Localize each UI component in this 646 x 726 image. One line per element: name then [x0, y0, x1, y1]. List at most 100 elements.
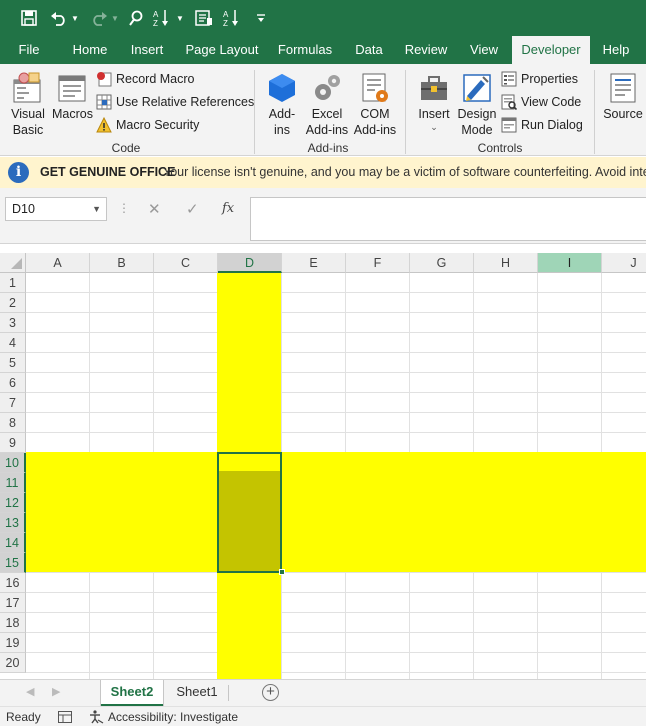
row-header-7[interactable]: 7	[0, 393, 26, 413]
com-add-ins-label-2: Add-ins	[353, 123, 397, 137]
accessibility-icon[interactable]	[88, 710, 104, 724]
row-header-6[interactable]: 6	[0, 373, 26, 393]
customize-icon[interactable]	[254, 0, 268, 36]
add-ins-button[interactable]: Add- ins	[264, 72, 300, 138]
tab-divider	[228, 685, 229, 701]
row-header-5[interactable]: 5	[0, 353, 26, 373]
cancel-icon[interactable]: ✕	[148, 200, 161, 218]
row-header-13[interactable]: 13	[0, 513, 26, 533]
insert-control-label: Insert	[418, 107, 450, 121]
row-header-10[interactable]: 10	[0, 453, 26, 473]
excel-add-ins-label-2: Add-ins	[305, 123, 349, 137]
tab-view[interactable]: View	[464, 36, 504, 64]
column-header-j[interactable]: J	[602, 253, 646, 273]
source-button[interactable]: Source	[600, 72, 646, 122]
macro-security-button[interactable]: Macro Security	[96, 115, 199, 135]
column-header-c[interactable]: C	[154, 253, 218, 273]
row-header-14[interactable]: 14	[0, 533, 26, 553]
row-header-19[interactable]: 19	[0, 633, 26, 653]
tab-file[interactable]: File	[10, 36, 48, 64]
sheet-next-icon[interactable]: ▶	[52, 685, 60, 698]
sheet-tab-sheet1[interactable]: Sheet1	[166, 680, 228, 706]
run-dialog-button[interactable]: Run Dialog	[501, 115, 583, 135]
tab-developer[interactable]: Developer	[512, 36, 590, 64]
row-header-12[interactable]: 12	[0, 493, 26, 513]
row-header-2[interactable]: 2	[0, 293, 26, 313]
design-mode-label-2: Mode	[461, 123, 493, 137]
view-code-label: View Code	[521, 95, 582, 109]
formula-bar: D10 ▼ ⋮ ✕ ✓ fx	[0, 188, 646, 244]
code-group-label: Code	[111, 141, 141, 155]
column-header-e[interactable]: E	[282, 253, 346, 273]
tab-formulas[interactable]: Formulas	[274, 36, 336, 64]
row-header-3[interactable]: 3	[0, 313, 26, 333]
row-header-17[interactable]: 17	[0, 593, 26, 613]
row-header-11[interactable]: 11	[0, 473, 26, 493]
column-header-f[interactable]: F	[346, 253, 410, 273]
cell-mode-icon[interactable]	[58, 711, 72, 723]
select-all-button[interactable]	[0, 253, 26, 273]
row-header-18[interactable]: 18	[0, 613, 26, 633]
sort-ascending-icon[interactable]: AZ	[152, 0, 174, 36]
tab-page-layout[interactable]: Page Layout	[182, 36, 262, 64]
name-box-dropdown-icon[interactable]: ▼	[92, 198, 101, 220]
fill-handle[interactable]	[279, 569, 285, 575]
record-macro-icon	[97, 72, 112, 87]
add-ins-label-1: Add-	[268, 107, 296, 121]
sort-descending-icon[interactable]: AZ	[222, 0, 244, 36]
formula-bar-grip-icon[interactable]: ⋮	[118, 201, 130, 215]
visual-basic-button[interactable]: Visual Basic	[6, 72, 50, 138]
row-header-4[interactable]: 4	[0, 333, 26, 353]
accessibility-status[interactable]: Accessibility: Investigate	[108, 710, 238, 724]
macros-button[interactable]: Macros	[52, 72, 93, 122]
warning-icon	[96, 117, 112, 133]
column-header-b[interactable]: B	[90, 253, 154, 273]
save-icon[interactable]	[18, 0, 40, 36]
sheet-tab-sheet2[interactable]: Sheet2	[101, 680, 163, 706]
row-header-15[interactable]: 15	[0, 553, 26, 573]
source-label: Source	[603, 107, 643, 121]
add-sheet-icon[interactable]: +	[262, 684, 279, 701]
view-code-button[interactable]: View Code	[501, 92, 581, 112]
group-separator	[594, 70, 595, 154]
tab-review[interactable]: Review	[400, 36, 452, 64]
tab-home[interactable]: Home	[66, 36, 114, 64]
row-header-9[interactable]: 9	[0, 433, 26, 453]
active-cell[interactable]	[219, 454, 280, 471]
name-box[interactable]: D10 ▼	[5, 197, 107, 221]
insert-control-button[interactable]: Insert ⌄	[414, 72, 454, 132]
form-icon[interactable]	[193, 0, 215, 36]
xml-source-icon	[610, 73, 636, 103]
tab-insert[interactable]: Insert	[124, 36, 170, 64]
formula-input[interactable]	[250, 197, 646, 241]
tab-help[interactable]: Help	[598, 36, 634, 64]
sheet-prev-icon[interactable]: ◀	[26, 685, 34, 698]
gears-icon	[315, 75, 340, 100]
use-relative-references-button[interactable]: Use Relative References	[96, 92, 254, 112]
row-header-1[interactable]: 1	[0, 273, 26, 293]
column-header-g[interactable]: G	[410, 253, 474, 273]
undo-icon[interactable]	[48, 0, 70, 36]
name-box-value: D10	[12, 202, 35, 216]
tab-data[interactable]: Data	[348, 36, 390, 64]
design-mode-button[interactable]: Design Mode	[456, 72, 498, 138]
row-header-8[interactable]: 8	[0, 413, 26, 433]
row-header-20[interactable]: 20	[0, 653, 26, 673]
undo-dropdown-icon[interactable]: ▼	[70, 0, 80, 36]
insert-function-icon[interactable]: fx	[222, 201, 234, 216]
column-header-a[interactable]: A	[26, 253, 90, 273]
com-add-ins-button[interactable]: COM Add-ins	[350, 72, 400, 138]
properties-button[interactable]: Properties	[501, 69, 578, 89]
enter-icon[interactable]: ✓	[186, 200, 199, 218]
find-icon[interactable]	[126, 0, 146, 36]
record-macro-button[interactable]: Record Macro	[96, 69, 195, 89]
row-header-16[interactable]: 16	[0, 573, 26, 593]
sort-dropdown-icon[interactable]: ▼	[175, 0, 185, 36]
view-code-icon	[501, 94, 517, 110]
redo-dropdown-icon[interactable]: ▼	[110, 0, 120, 36]
excel-add-ins-button[interactable]: Excel Add-ins	[302, 72, 352, 138]
column-header-h[interactable]: H	[474, 253, 538, 273]
column-header-d[interactable]: D	[218, 253, 282, 273]
column-header-i[interactable]: I	[538, 253, 602, 273]
redo-icon[interactable]	[88, 0, 110, 36]
